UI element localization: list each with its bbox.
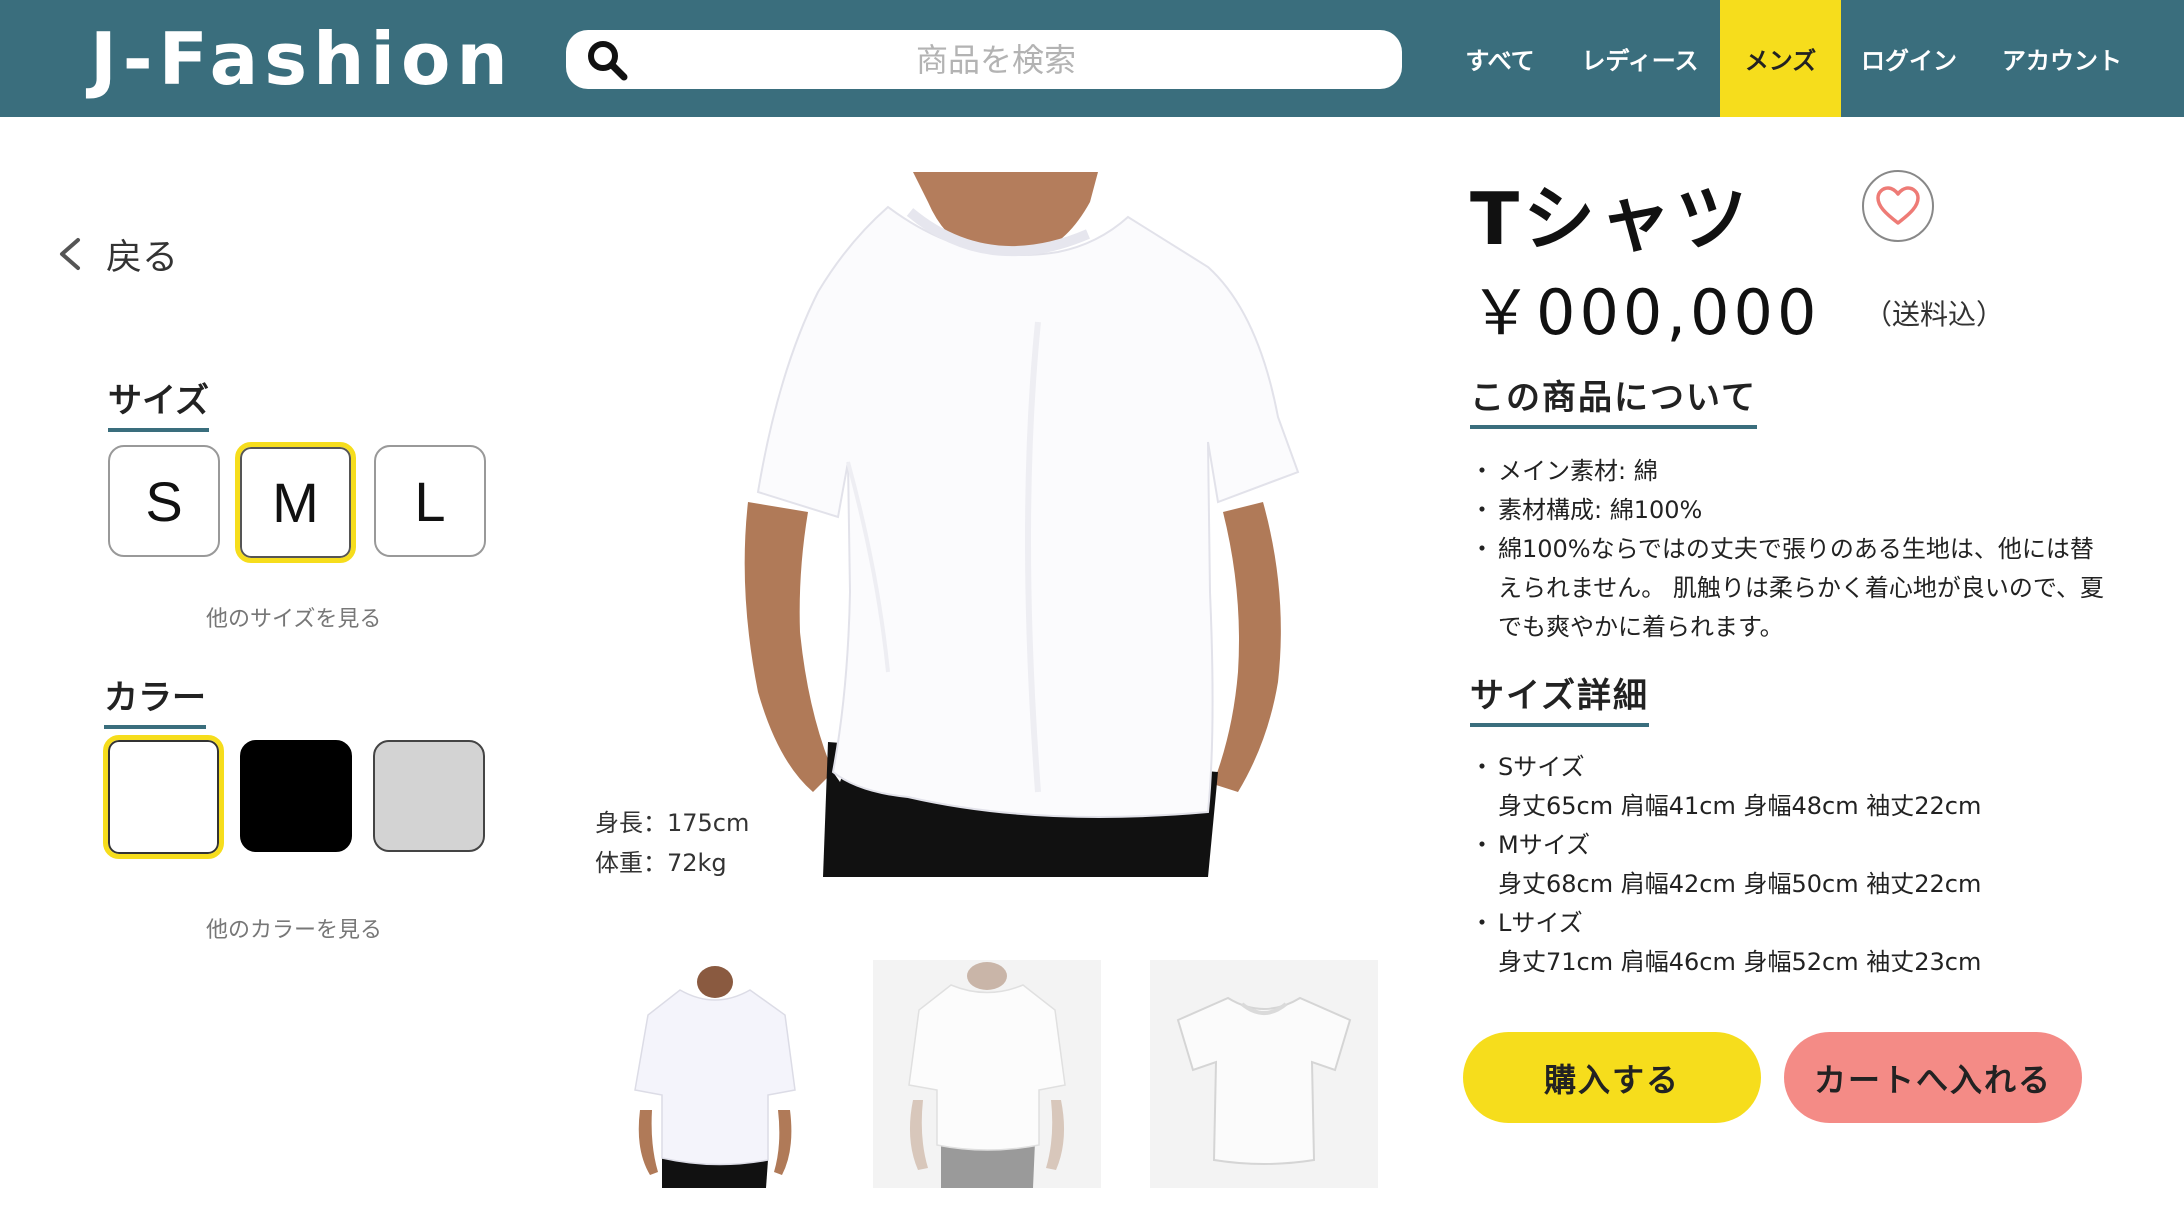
more-colors-link[interactable]: 他のカラーを見る (206, 912, 382, 944)
tshirt-model-illustration (744, 172, 1300, 877)
color-option-white[interactable] (103, 735, 224, 859)
about-item: 素材構成: 綿100% (1470, 491, 2110, 530)
about-section-title: この商品について (1470, 370, 1757, 429)
search-box[interactable] (566, 30, 1402, 89)
back-button[interactable]: 戻る (52, 228, 178, 280)
size-detail-title: サイズ詳細 (1470, 668, 1649, 727)
buy-button[interactable]: 購入する (1463, 1032, 1761, 1123)
size-detail-spec: 身丈71cm 肩幅46cm 身幅52cm 袖丈23cm (1498, 948, 1982, 976)
color-option-gray[interactable] (373, 740, 485, 852)
size-detail-item: Lサイズ 身丈71cm 肩幅46cm 身幅52cm 袖丈23cm (1470, 904, 2110, 982)
size-option-l[interactable]: L (374, 445, 486, 557)
size-option-s[interactable]: S (108, 445, 220, 557)
size-detail-name: Sサイズ (1470, 753, 1585, 781)
site-logo[interactable]: J-Fashion (90, 14, 514, 104)
more-sizes-link[interactable]: 他のサイズを見る (206, 601, 381, 633)
nav-item-account[interactable]: アカウント (1977, 0, 2147, 117)
thumbnail-flat[interactable] (1150, 960, 1378, 1188)
nav-item-all[interactable]: すべて (1440, 0, 1560, 117)
nav-item-mens[interactable]: メンズ (1720, 0, 1841, 117)
color-option-black[interactable] (240, 740, 352, 852)
size-detail-list: Sサイズ 身丈65cm 肩幅41cm 身幅48cm 袖丈22cm Mサイズ 身丈… (1470, 748, 2110, 982)
thumbnail-back[interactable] (873, 960, 1101, 1188)
color-section-title: カラー (104, 670, 206, 729)
size-detail-spec: 身丈68cm 肩幅42cm 身幅50cm 袖丈22cm (1498, 870, 1982, 898)
main-nav: すべて レディース メンズ ログイン アカウント (1440, 0, 2147, 117)
thumb-flat-illustration (1150, 960, 1378, 1188)
model-height: 身長：175cm (595, 809, 750, 837)
thumbnail-front[interactable] (600, 960, 828, 1188)
nav-item-login[interactable]: ログイン (1841, 0, 1977, 117)
about-item: 綿100%ならではの丈夫で張りのある生地は、他には替えられません。 肌触りは柔ら… (1470, 530, 2110, 647)
heart-icon (1876, 186, 1920, 225)
favorite-button[interactable] (1862, 170, 1934, 242)
shipping-note: （送料込） (1864, 298, 2005, 331)
size-detail-item: Sサイズ 身丈65cm 肩幅41cm 身幅48cm 袖丈22cm (1470, 748, 2110, 826)
size-detail-name: Lサイズ (1470, 909, 1583, 937)
add-to-cart-button[interactable]: カートへ入れる (1784, 1032, 2082, 1123)
size-detail-spec: 身丈65cm 肩幅41cm 身幅48cm 袖丈22cm (1498, 792, 1982, 820)
nav-item-ladies[interactable]: レディース (1560, 0, 1720, 117)
model-weight: 体重：72kg (595, 849, 727, 877)
search-input[interactable] (646, 30, 1346, 89)
product-price: ￥000,000 (1470, 276, 1821, 349)
about-item: メイン素材: 綿 (1470, 452, 2110, 491)
product-title: Tシャツ (1470, 177, 1752, 261)
header-bar: J-Fashion すべて レディース メンズ ログイン アカウント (0, 0, 2184, 117)
size-detail-name: Mサイズ (1470, 831, 1590, 859)
product-main-image[interactable] (738, 172, 1328, 877)
model-info: 身長：175cm 体重：72kg (595, 803, 749, 883)
chevron-left-icon (60, 238, 80, 270)
search-icon[interactable] (586, 39, 628, 81)
size-option-m[interactable]: M (235, 442, 356, 563)
about-list: メイン素材: 綿 素材構成: 綿100% 綿100%ならではの丈夫で張りのある生… (1470, 452, 2110, 647)
thumb-front-illustration (600, 960, 828, 1188)
thumb-back-illustration (873, 960, 1101, 1188)
size-section-title: サイズ (108, 373, 209, 432)
size-detail-item: Mサイズ 身丈68cm 肩幅42cm 身幅50cm 袖丈22cm (1470, 826, 2110, 904)
back-label: 戻る (106, 237, 179, 278)
